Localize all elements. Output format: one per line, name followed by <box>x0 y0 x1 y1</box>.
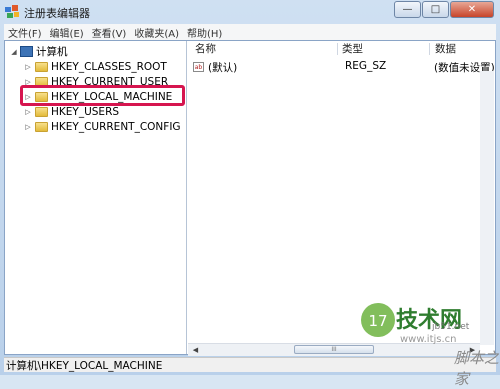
expand-arrow-icon[interactable]: ▷ <box>23 123 33 131</box>
collapse-arrow-icon[interactable]: ◢ <box>9 48 19 56</box>
folder-icon <box>35 61 48 72</box>
tree-item-hkey-current-config[interactable]: ▷ HKEY_CURRENT_CONFIG <box>23 119 181 134</box>
watermark-logo-text: 17 <box>368 312 387 330</box>
value-name: (默认) <box>208 62 238 74</box>
window-controls: — □ ✕ <box>393 1 494 19</box>
minimize-button[interactable]: — <box>394 1 421 18</box>
watermark-corner-text: 脚本之家 <box>454 349 500 388</box>
tree-item-computer[interactable]: ◢ 计算机 <box>9 44 68 59</box>
menu-view[interactable]: 查看(V) <box>88 25 131 40</box>
vertical-scrollbar[interactable] <box>480 71 494 345</box>
tree-item-label: 计算机 <box>36 46 68 58</box>
menu-file[interactable]: 文件(F) <box>4 25 46 40</box>
expand-arrow-icon[interactable]: ▷ <box>23 63 33 71</box>
registry-editor-window: 注册表编辑器 — □ ✕ 文件(F) 编辑(E) 查看(V) 收藏夹(A) 帮助… <box>0 0 500 388</box>
column-header-type[interactable]: 类型 <box>342 41 363 56</box>
title-bar[interactable]: 注册表编辑器 — □ ✕ <box>0 0 500 24</box>
table-row[interactable]: ab (默认) REG_SZ (数值未设置) <box>189 60 495 75</box>
close-button[interactable]: ✕ <box>450 1 494 18</box>
tree-item-label: HKEY_CURRENT_CONFIG <box>51 120 181 133</box>
menu-bar: 文件(F) 编辑(E) 查看(V) 收藏夹(A) 帮助(H) <box>4 24 496 40</box>
menu-help[interactable]: 帮助(H) <box>183 25 226 40</box>
scroll-left-icon[interactable]: ◀ <box>190 345 201 355</box>
folder-icon <box>35 106 48 117</box>
menu-edit[interactable]: 编辑(E) <box>46 25 88 40</box>
menu-favorites[interactable]: 收藏夹(A) <box>130 25 183 40</box>
tree-item-hkey-users[interactable]: ▷ HKEY_USERS <box>23 104 119 119</box>
scroll-thumb[interactable]: III <box>294 345 374 354</box>
watermark-site: jb51.net <box>432 322 470 332</box>
tree-item-label: HKEY_CLASSES_ROOT <box>51 60 167 73</box>
watermark-url: www.itjs.cn <box>400 334 457 345</box>
selection-highlight-box <box>20 85 185 106</box>
registry-tree: ◢ 计算机 ▷ HKEY_CLASSES_ROOT ▷ HKEY_CURRENT… <box>5 41 187 354</box>
tree-item-label: HKEY_USERS <box>51 105 120 118</box>
value-type: REG_SZ <box>345 60 387 72</box>
registry-editor-icon <box>5 5 19 18</box>
column-divider[interactable] <box>337 43 338 55</box>
string-value-icon: ab <box>193 62 204 72</box>
status-path: 计算机\HKEY_LOCAL_MACHINE <box>6 359 163 372</box>
window-title: 注册表编辑器 <box>24 7 90 20</box>
watermark-logo-icon: 17 <box>361 303 395 337</box>
status-bar: 计算机\HKEY_LOCAL_MACHINE <box>4 357 496 372</box>
column-header-data[interactable]: 数据 <box>435 41 456 56</box>
expand-arrow-icon[interactable]: ▷ <box>23 108 33 116</box>
folder-icon <box>35 121 48 132</box>
column-divider[interactable] <box>429 43 430 55</box>
tree-item-hkey-classes-root[interactable]: ▷ HKEY_CLASSES_ROOT <box>23 59 167 74</box>
maximize-button[interactable]: □ <box>422 1 449 18</box>
column-header-name[interactable]: 名称 <box>195 41 216 56</box>
computer-icon <box>20 46 33 57</box>
